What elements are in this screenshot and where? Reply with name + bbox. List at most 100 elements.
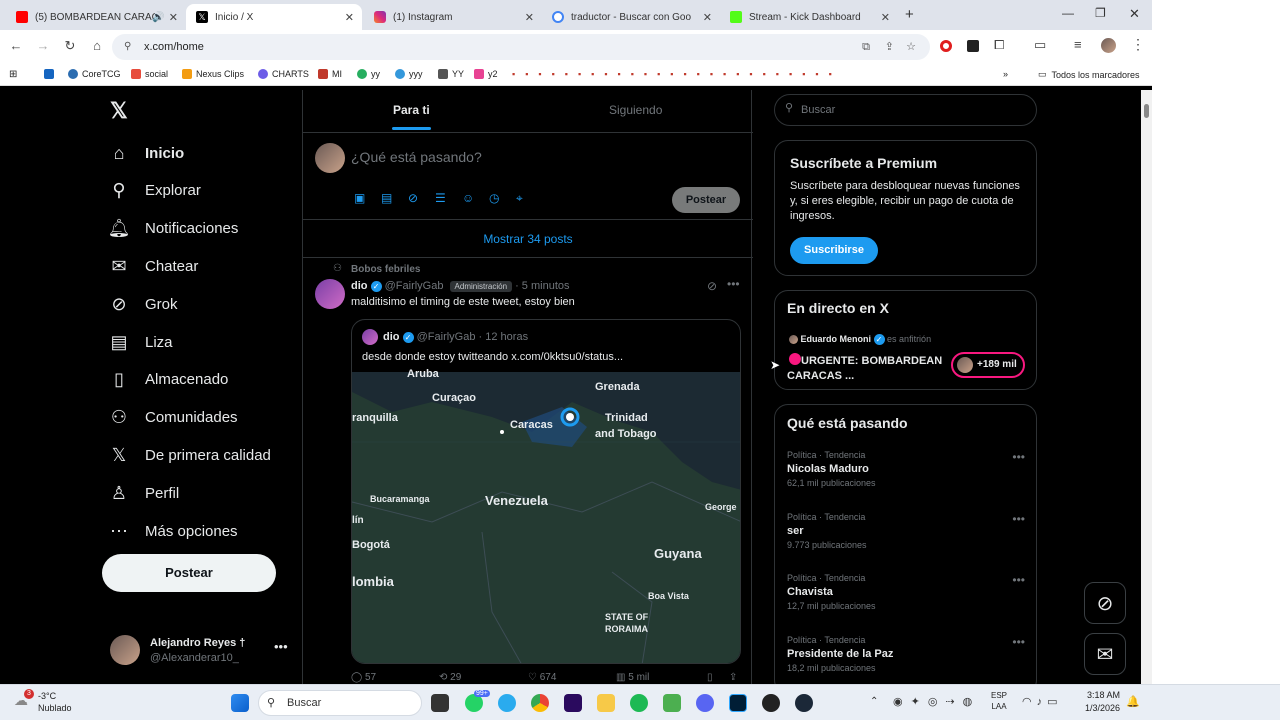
- discord-icon[interactable]: [696, 694, 714, 712]
- wifi-volume-battery-icons[interactable]: ◠♪▭: [1022, 695, 1063, 708]
- premiere-icon[interactable]: [564, 694, 582, 712]
- apps-grid-icon[interactable]: ⊞: [9, 69, 17, 80]
- like-button[interactable]: ♡ 674: [528, 672, 556, 683]
- tab-kick[interactable]: Stream - Kick Dashboard ✕: [720, 4, 898, 30]
- community-name[interactable]: Bobos febriles: [351, 264, 420, 275]
- bookmark-item[interactable]: yyy: [395, 69, 423, 79]
- nav-item-search[interactable]: ⚲ Explorar: [108, 180, 200, 202]
- clock[interactable]: 3:18 AM 1/3/2026: [1080, 690, 1120, 713]
- explorer-icon[interactable]: [597, 694, 615, 712]
- image-icon[interactable]: ▣: [354, 191, 368, 205]
- nav-item-x-logo[interactable]: 𝕏 De primera calidad: [108, 444, 271, 466]
- puzzle-icon[interactable]: ⧠: [994, 37, 1004, 53]
- subscribe-button[interactable]: Suscribirse: [790, 237, 878, 264]
- bookmark-item[interactable]: Nexus Clips: [182, 69, 244, 79]
- compose-input[interactable]: ¿Qué está pasando?: [351, 149, 482, 165]
- nav-item-bookmark[interactable]: ▯ Almacenado: [108, 369, 228, 391]
- trend-item[interactable]: Política · Tendencia Presidente de la Paz…: [787, 635, 1027, 673]
- more-icon[interactable]: •••: [1012, 512, 1025, 526]
- star-icon[interactable]: ☆: [906, 34, 916, 60]
- reload-icon[interactable]: ↻: [61, 38, 79, 54]
- tab-instagram[interactable]: (1) Instagram ✕: [364, 4, 542, 30]
- nav-item-person[interactable]: ♙ Perfil: [108, 482, 179, 504]
- minimize-button[interactable]: —: [1062, 6, 1074, 20]
- tab-google[interactable]: traductor - Buscar con Google ✕: [542, 4, 720, 30]
- app-icon[interactable]: [663, 694, 681, 712]
- messages-fab[interactable]: ✉: [1084, 633, 1126, 675]
- telegram-icon[interactable]: [498, 694, 516, 712]
- back-icon[interactable]: ←: [7, 38, 25, 53]
- weather-widget[interactable]: ☁ 3 -3°C Nublado: [14, 689, 94, 717]
- avatar[interactable]: [315, 279, 345, 309]
- gif-icon[interactable]: ▤: [381, 191, 395, 205]
- url-bar[interactable]: ⚲ x.com/home ⧉ ⇪ ☆: [112, 34, 930, 60]
- browser-menu-icon[interactable]: ⋮: [1131, 36, 1145, 53]
- bookmark-item[interactable]: CoreTCG: [68, 69, 121, 79]
- nav-item-communities[interactable]: ⚇ Comunidades: [108, 407, 238, 429]
- repost-button[interactable]: ⟲ 29: [439, 672, 461, 683]
- bookmark-item[interactable]: yy: [357, 69, 380, 79]
- views-stat[interactable]: ▥ 5 mil: [616, 672, 649, 683]
- compose-post-button[interactable]: Postear: [672, 187, 740, 213]
- tab-youtube[interactable]: (5) BOMBARDEAN CARACAS 🔊 ✕: [6, 4, 186, 30]
- listeners-pill[interactable]: +189 mil: [951, 352, 1025, 378]
- show-new-posts[interactable]: Mostrar 34 posts: [303, 220, 753, 258]
- translate-icon[interactable]: ⧉: [862, 34, 870, 60]
- trend-item[interactable]: Política · Tendencia Chavista 12,7 mil pub…: [787, 573, 1027, 611]
- steam-icon[interactable]: [795, 694, 813, 712]
- nav-item-bell[interactable]: 🔔︎ Notificaciones: [108, 218, 239, 240]
- bookmark-item[interactable]: y2: [474, 69, 498, 79]
- opera-icon[interactable]: [940, 40, 952, 52]
- close-tab-icon[interactable]: ✕: [881, 11, 890, 24]
- emoji-icon[interactable]: ☺: [462, 191, 476, 205]
- chrome-icon[interactable]: [531, 694, 549, 712]
- author-name[interactable]: dio: [351, 280, 368, 292]
- home-icon[interactable]: ⌂: [88, 38, 106, 53]
- close-tab-icon[interactable]: ✕: [703, 11, 712, 24]
- photoshop-icon[interactable]: [729, 694, 747, 712]
- sidepanel-icon[interactable]: ▭: [1034, 37, 1046, 53]
- share-icon[interactable]: ⇪: [729, 672, 737, 683]
- post-time[interactable]: · 5 minutos: [515, 280, 569, 292]
- live-host-row[interactable]: Eduardo Menoni ✓ es anfitrión: [789, 334, 931, 346]
- all-bookmarks-folder[interactable]: ▭ Todos los marcadores: [1038, 69, 1140, 80]
- tray-icons[interactable]: ◉✦◎⇢◍: [893, 695, 980, 708]
- poll-icon[interactable]: ☰: [435, 191, 449, 205]
- more-icon[interactable]: •••: [1012, 635, 1025, 649]
- tab-x-home[interactable]: 𝕏 Inicio / X ✕: [186, 4, 362, 30]
- post-button[interactable]: Postear: [102, 554, 276, 592]
- install-icon[interactable]: ⇪: [885, 34, 894, 60]
- nav-item-home[interactable]: ⌂ Inicio: [108, 142, 185, 164]
- bookmark-item[interactable]: YY: [438, 69, 464, 79]
- nav-item-mail[interactable]: ✉ Chatear: [108, 255, 198, 277]
- notification-bell-icon[interactable]: 🔔: [1126, 695, 1140, 708]
- media-icon[interactable]: ≡: [1074, 37, 1082, 52]
- tray-chevron-icon[interactable]: ⌃: [870, 696, 878, 707]
- trend-item[interactable]: Política · Tendencia ser 9.773 publicacion…: [787, 512, 1027, 550]
- taskbar-search[interactable]: ⚲ Buscar: [258, 690, 422, 716]
- more-icon[interactable]: •••: [1012, 573, 1025, 587]
- bookmark-icon-row[interactable]: ▪▪▪▪▪▪▪▪▪▪▪▪▪▪▪▪▪▪▪▪▪▪▪▪▪: [512, 69, 842, 79]
- close-window-button[interactable]: ✕: [1129, 6, 1140, 22]
- scrollbar-thumb[interactable]: [1144, 104, 1149, 118]
- nav-item-grok[interactable]: ⊘ Grok: [108, 293, 177, 315]
- nav-item-more-circle[interactable]: ⋯ Más opciones: [108, 520, 238, 542]
- more-icon[interactable]: •••: [274, 639, 288, 654]
- start-button[interactable]: [231, 694, 249, 712]
- x-logo-icon[interactable]: 𝕏: [110, 98, 128, 124]
- obs-icon[interactable]: [762, 694, 780, 712]
- close-tab-icon[interactable]: ✕: [345, 11, 354, 24]
- grok-icon[interactable]: ⊘: [408, 191, 422, 205]
- new-tab-button[interactable]: +: [905, 6, 914, 23]
- extension-icon[interactable]: [967, 40, 979, 52]
- bookmark-item[interactable]: CHARTS: [258, 69, 309, 79]
- close-tab-icon[interactable]: ✕: [169, 11, 178, 24]
- bookmark-item[interactable]: MI: [318, 69, 342, 79]
- search-input[interactable]: Buscar: [774, 94, 1037, 126]
- grok-icon[interactable]: ⊘: [707, 279, 717, 293]
- schedule-icon[interactable]: ◷: [489, 191, 503, 205]
- trend-item[interactable]: Política · Tendencia Nicolas Maduro 62,1 m…: [787, 450, 1027, 488]
- live-stream-title[interactable]: URGENTE: BOMBARDEAN CARACAS ...: [787, 354, 947, 384]
- language-indicator[interactable]: ESP LAA: [991, 691, 1007, 711]
- spotify-icon[interactable]: [630, 694, 648, 712]
